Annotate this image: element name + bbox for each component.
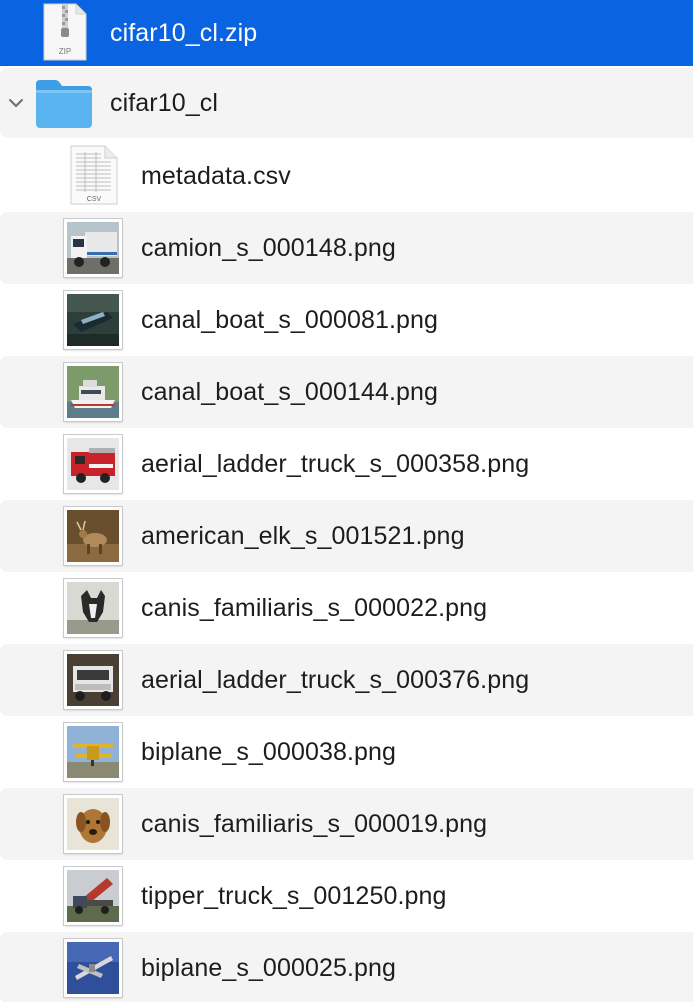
file-name: aerial_ladder_truck_s_000376.png [141,665,530,694]
truck-thumbnail-icon [64,219,122,277]
truck-thumbnail-icon [64,651,122,709]
biplane-thumbnail-icon [64,723,122,781]
folder-name: cifar10_cl [110,88,218,117]
csv-file-icon: CSV [70,145,118,205]
zip-archive-icon: ZIP [42,2,88,62]
file-row[interactable]: tipper_truck_s_001250.png [0,860,693,932]
file-list: ZIP cifar10_cl.zip cifar10_cl CSV metada… [0,0,693,1002]
file-row[interactable]: biplane_s_000025.png [0,932,693,1002]
elk-thumbnail-icon [64,507,122,565]
chevron-down-icon[interactable] [6,93,26,113]
folder-icon [36,80,92,128]
file-row[interactable]: CSV metadata.csv [0,140,693,212]
boat-thumbnail-icon [64,363,122,421]
file-row[interactable]: aerial_ladder_truck_s_000358.png [0,428,693,500]
biplane-thumbnail-icon [64,939,122,997]
file-name: biplane_s_000025.png [141,953,397,982]
file-name: american_elk_s_001521.png [141,521,465,550]
file-name: canal_boat_s_000081.png [141,305,439,334]
firetruck-thumbnail-icon [64,435,122,493]
file-row[interactable]: american_elk_s_001521.png [0,500,693,572]
file-row[interactable]: canis_familiaris_s_000019.png [0,788,693,860]
file-name: biplane_s_000038.png [141,737,397,766]
boat-thumbnail-icon [64,291,122,349]
file-name: canis_familiaris_s_000022.png [141,593,488,622]
dog-thumbnail-icon [64,579,122,637]
dog-thumbnail-icon [64,795,122,853]
file-row[interactable]: camion_s_000148.png [0,212,693,284]
file-name-zip: cifar10_cl.zip [110,18,258,47]
file-name: aerial_ladder_truck_s_000358.png [141,449,530,478]
file-name: tipper_truck_s_001250.png [141,881,447,910]
tipper-truck-thumbnail-icon [64,867,122,925]
file-name: metadata.csv [141,161,291,190]
file-row[interactable]: aerial_ladder_truck_s_000376.png [0,644,693,716]
svg-text:ZIP: ZIP [59,47,71,56]
folder-row[interactable]: cifar10_cl [0,68,693,138]
file-row-zip[interactable]: ZIP cifar10_cl.zip [0,0,693,66]
file-row[interactable]: canal_boat_s_000081.png [0,284,693,356]
file-name: camion_s_000148.png [141,233,396,262]
file-row[interactable]: canis_familiaris_s_000022.png [0,572,693,644]
svg-text:CSV: CSV [87,196,102,203]
file-name: canal_boat_s_000144.png [141,377,439,406]
file-name: canis_familiaris_s_000019.png [141,809,488,838]
file-row[interactable]: canal_boat_s_000144.png [0,356,693,428]
file-row[interactable]: biplane_s_000038.png [0,716,693,788]
